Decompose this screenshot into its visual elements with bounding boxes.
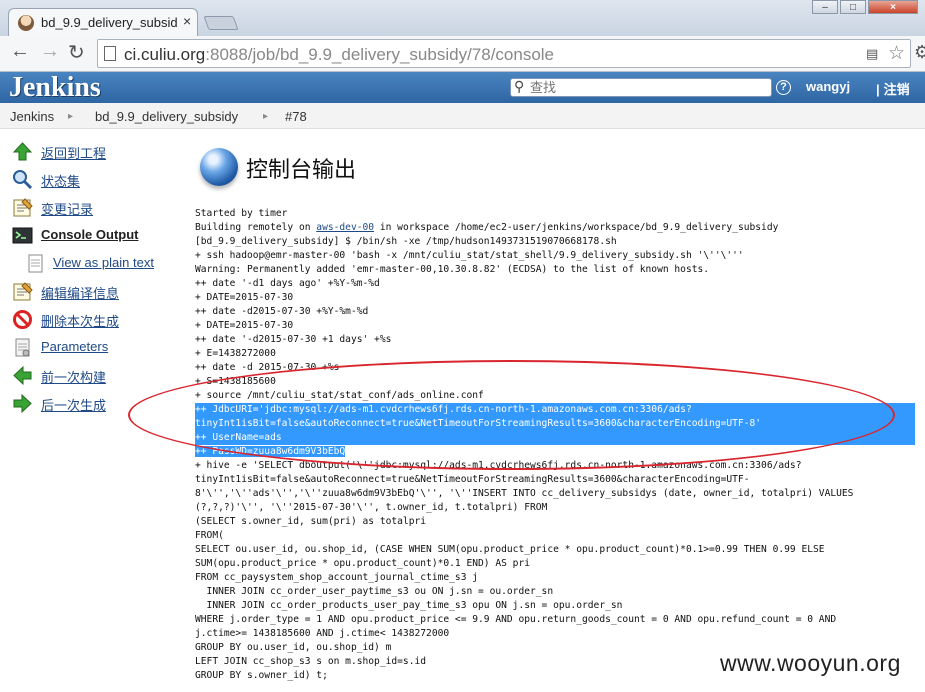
new-tab-button[interactable]: [203, 16, 239, 30]
breadcrumb-build[interactable]: #78: [285, 109, 307, 124]
sidebar-item-label[interactable]: Parameters: [41, 339, 108, 354]
browser-tab[interactable]: bd_9.9_delivery_subsidy ×: [8, 8, 198, 36]
sidebar-item-label[interactable]: Console Output: [41, 227, 139, 242]
console-line: ++ date -d2015-07-30 +%Y-%m-%d: [195, 306, 369, 317]
console-line: (SELECT s.owner_id, sum(pri) as totalpri: [195, 516, 427, 527]
sidebar-item-label[interactable]: 后一次生成: [41, 395, 106, 414]
browser-toolbar: ← → ↻ ci.culiu.org:8088/job/bd_9.9_deliv…: [0, 36, 925, 72]
jenkins-logo[interactable]: Jenkins: [9, 72, 101, 103]
console-globe-icon: [200, 148, 238, 186]
console-line: Building remotely on aws-dev-00 in works…: [195, 221, 915, 235]
console-text: in workspace /home/ec2-user/jenkins/work…: [374, 222, 779, 233]
help-icon[interactable]: ?: [776, 80, 791, 95]
magnifier-icon: [13, 170, 33, 190]
console-line: + E=1438272000: [195, 348, 276, 359]
console-line-selected: ++ UserName=ads: [195, 431, 915, 445]
console-line: ++ date -d 2015-07-30 +%s: [195, 362, 340, 373]
sidebar-item-label[interactable]: 删除本次生成: [41, 311, 119, 330]
jenkins-header: Jenkins ⚲ ? wangyj |注销: [0, 72, 925, 103]
search-icon: ⚲: [514, 78, 525, 94]
node-link[interactable]: aws-dev-00: [316, 222, 374, 233]
page-icon: [104, 46, 116, 61]
document-icon: [28, 254, 43, 273]
forward-arrow-icon[interactable]: →: [40, 40, 60, 63]
address-bar[interactable]: ci.culiu.org:8088/job/bd_9.9_delivery_su…: [97, 39, 911, 68]
notepad-icon: [13, 198, 33, 217]
reload-icon[interactable]: ↻: [68, 40, 85, 65]
console-line: 8'\'','\''ads'\'','\''zuua8w6dm9V3bEbQ'\…: [195, 488, 854, 499]
console-output: Started by timer Building remotely on aw…: [195, 207, 915, 683]
sidebar-item-label[interactable]: 状态集: [41, 171, 80, 190]
sidebar-item-label[interactable]: 前一次构建: [41, 367, 106, 386]
console-line: Started by timer: [195, 208, 288, 219]
watermark: www.wooyun.org: [720, 650, 901, 676]
user-link[interactable]: wangyj: [806, 79, 850, 94]
minimize-button[interactable]: –: [812, 0, 838, 14]
console-line: WHERE j.order_type = 1 AND opu.product_p…: [195, 614, 837, 625]
console-line: ++ PassWD=zuua8w6dm9V3bEbQ: [195, 445, 915, 459]
breadcrumb-separator-icon: ▸: [68, 111, 74, 122]
console-line: (?,?,?)'\'', '\''2015-07-30'\'', t.owner…: [195, 502, 548, 513]
breadcrumb-separator-icon: ▸: [263, 111, 269, 122]
url-text[interactable]: ci.culiu.org:8088/job/bd_9.9_delivery_su…: [124, 45, 554, 65]
console-line-selected: ++ JdbcURI='jdbc:mysql://ads-m1.cvdcrhew…: [195, 403, 915, 417]
breadcrumb-job[interactable]: bd_9.9_delivery_subsidy: [95, 109, 238, 124]
console-line: + source /mnt/culiu_stat/stat_conf/ads_o…: [195, 390, 484, 401]
menu-wrench-icon[interactable]: ⚙: [914, 42, 925, 63]
console-line: + DATE=2015-07-30: [195, 320, 294, 331]
console-line: SUM(opu.product_price * opu.product_coun…: [195, 558, 531, 569]
browser-tabstrip: bd_9.9_delivery_subsidy × – □ ×: [0, 0, 925, 36]
notepad-icon: [13, 282, 33, 301]
console-line: INNER JOIN cc_order_user_paytime_s3 ou O…: [195, 586, 554, 597]
maximize-button[interactable]: □: [840, 0, 866, 14]
console-line: j.ctime>= 1438185600 AND j.ctime< 143827…: [195, 628, 450, 639]
sidebar-item-label[interactable]: 变更记录: [41, 199, 93, 218]
left-arrow-icon: [13, 365, 32, 386]
no-entry-icon: [13, 310, 32, 329]
console-line: + S=1438185600: [195, 376, 276, 387]
sidebar-item-label[interactable]: 返回到工程: [41, 143, 106, 162]
console-line: + DATE=2015-07-30: [195, 292, 294, 303]
console-line: Warning: Permanently added 'emr-master-0…: [195, 264, 710, 275]
tab-title: bd_9.9_delivery_subsidy: [41, 15, 177, 30]
console-line: FROM cc_paysystem_shop_account_journal_c…: [195, 572, 479, 583]
console-line: FROM(: [195, 530, 224, 541]
url-host: ci.culiu.org: [124, 45, 206, 64]
console-line-selected: tinyInt1isBit=false&autoReconnect=true&N…: [195, 417, 915, 431]
url-path: :8088/job/bd_9.9_delivery_subsidy/78/con…: [205, 45, 555, 64]
console-line: SELECT ou.user_id, ou.shop_id, (CASE WHE…: [195, 544, 825, 555]
search-input[interactable]: [530, 79, 768, 96]
console-line: + hive -e 'SELECT dboutput('\''jdbc:mysq…: [195, 460, 802, 471]
console-line: tinyInt1isBit=false&autoReconnect=true&N…: [195, 474, 750, 485]
bookmark-star-icon[interactable]: ☆: [888, 42, 905, 65]
sidebar-item-label[interactable]: 编辑编译信息: [41, 283, 119, 302]
logout-link[interactable]: | 注销: [876, 79, 910, 98]
search-box[interactable]: ⚲: [510, 78, 772, 97]
back-arrow-icon[interactable]: ←: [10, 40, 30, 63]
sidebar-item-label[interactable]: View as plain text: [53, 255, 154, 270]
close-window-button[interactable]: ×: [868, 0, 918, 14]
terminal-icon: [12, 227, 33, 244]
up-arrow-icon: [12, 142, 33, 161]
page-title: 控制台输出: [246, 158, 357, 183]
console-line: ++ date '-d2015-07-30 +1 days' +%s: [195, 334, 392, 345]
right-arrow-icon: [13, 393, 32, 414]
console-line: INNER JOIN cc_order_products_user_pay_ti…: [195, 600, 623, 611]
console-text: Building remotely on: [195, 222, 317, 233]
translate-icon[interactable]: ▤: [866, 46, 878, 62]
console-line: ++ date '-d1 days ago' +%Y-%m-%d: [195, 278, 380, 289]
logout-label: 注销: [883, 82, 910, 97]
document-icon: [15, 338, 30, 357]
breadcrumb-jenkins[interactable]: Jenkins: [10, 109, 54, 124]
jenkins-favicon-icon: [18, 15, 34, 31]
console-text-selected: ++ PassWD=zuua8w6dm9V3bEbQ: [195, 446, 346, 457]
tab-close-icon[interactable]: ×: [183, 13, 191, 29]
console-line: [bd_9.9_delivery_subsidy] $ /bin/sh -xe …: [195, 236, 617, 247]
console-line: + ssh hadoop@emr-master-00 'bash -x /mnt…: [195, 250, 744, 261]
breadcrumb: Jenkins ▸ bd_9.9_delivery_subsidy ▸ #78: [0, 103, 925, 129]
